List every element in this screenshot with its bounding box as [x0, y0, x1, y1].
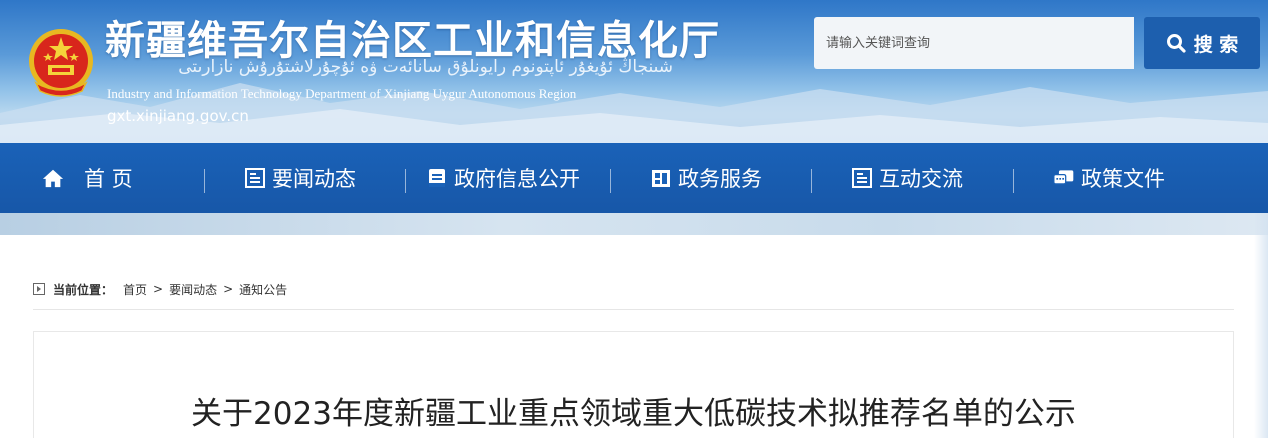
- nav-separator: [811, 169, 812, 193]
- breadcrumb-separator: >: [223, 282, 234, 296]
- nav-separator: [610, 169, 611, 193]
- news-icon: [244, 167, 266, 189]
- policy-icon: [1053, 167, 1075, 189]
- breadcrumb-divider: [33, 309, 1234, 310]
- info-icon: [426, 167, 448, 189]
- decorative-edge: [1254, 213, 1268, 438]
- breadcrumb: 当前位置： 首页 > 要闻动态 > 通知公告: [33, 280, 287, 298]
- nav-item-label: 政府信息公开: [454, 167, 580, 191]
- nav-separator: [204, 169, 205, 193]
- location-icon: [33, 283, 45, 295]
- nav-item-gov-service[interactable]: 政务服务: [650, 143, 762, 213]
- search-button[interactable]: 搜 索: [1144, 17, 1260, 69]
- site-title-english: Industry and Information Technology Depa…: [107, 86, 577, 101]
- breadcrumb-item-news[interactable]: 要闻动态: [169, 281, 217, 298]
- breadcrumb-separator: >: [153, 282, 164, 296]
- nav-item-news[interactable]: 要闻动态: [244, 143, 356, 213]
- breadcrumb-item-home[interactable]: 首页: [123, 281, 147, 298]
- nav-item-label: 政务服务: [678, 167, 762, 191]
- service-icon: [650, 167, 672, 189]
- nav-separator: [405, 169, 406, 193]
- nav-item-home[interactable]: 首 页: [42, 143, 133, 213]
- site-domain: gxt.xinjiang.gov.cn: [107, 107, 249, 125]
- breadcrumb-label: 当前位置：: [53, 282, 114, 297]
- site-header: 新疆维吾尔自治区工业和信息化厅 شىنجاڭ ئۇيغۇر ئاپتونوم ر…: [0, 0, 1268, 143]
- nav-item-policy[interactable]: 政策文件: [1053, 143, 1165, 213]
- article-container: 关于2023年度新疆工业重点领域重大低碳技术拟推荐名单的公示: [33, 331, 1234, 438]
- interaction-icon: [851, 167, 873, 189]
- article-title: 关于2023年度新疆工业重点领域重大低碳技术拟推荐名单的公示: [191, 396, 1076, 432]
- search-input[interactable]: [814, 17, 1134, 69]
- main-nav: 首 页 要闻动态 政府信息公开 政务服务 互动交流 政策文件: [0, 143, 1268, 213]
- nav-item-label: 首 页: [84, 167, 133, 191]
- nav-item-label: 要闻动态: [272, 167, 356, 191]
- national-emblem-icon: [29, 29, 93, 97]
- nav-item-label: 互动交流: [879, 167, 963, 191]
- breadcrumb-item-notices[interactable]: 通知公告: [239, 281, 287, 298]
- nav-item-interaction[interactable]: 互动交流: [851, 143, 963, 213]
- nav-item-gov-info[interactable]: 政府信息公开: [426, 143, 580, 213]
- site-title-uyghur: شىنجاڭ ئۇيغۇر ئاپتونوم رايونلۇق سانائەت …: [178, 57, 673, 77]
- decorative-band: [0, 213, 1268, 235]
- home-icon: [42, 167, 64, 189]
- search-button-label: 搜 索: [1193, 33, 1239, 56]
- nav-separator: [1013, 169, 1014, 193]
- nav-item-label: 政策文件: [1081, 167, 1165, 191]
- search-icon: [1166, 34, 1186, 53]
